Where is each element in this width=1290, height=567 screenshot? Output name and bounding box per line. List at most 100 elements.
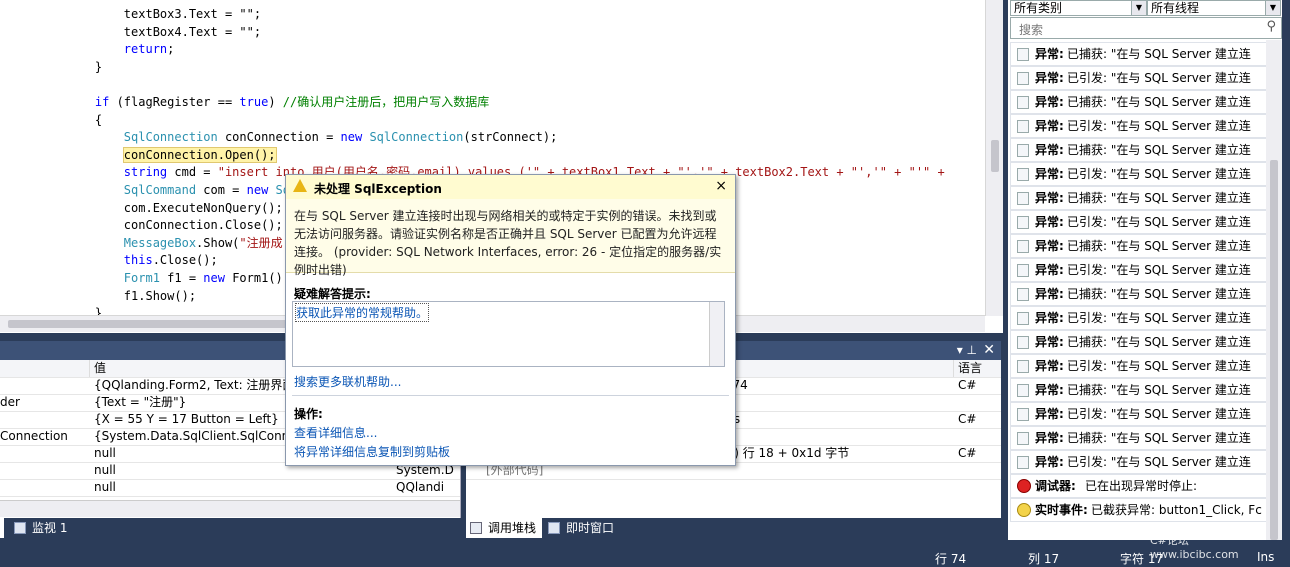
- tab-immediate[interactable]: 即时窗口: [544, 518, 620, 538]
- watch-value: {X = 55 Y = 17 Button = Left}: [94, 412, 279, 426]
- general-help-link[interactable]: 获取此异常的常规帮助。: [295, 303, 430, 322]
- event-text: 已捕获: "在与 SQL Server 建立连: [1067, 95, 1251, 109]
- code-line[interactable]: conConnection.Open();: [66, 146, 277, 164]
- exception-event-row[interactable]: 异常: 已引发: "在与 SQL Server 建立连: [1010, 306, 1267, 330]
- event-label: 异常:: [1035, 383, 1064, 397]
- keyword-token: string: [123, 165, 168, 180]
- event-icon: [1017, 288, 1029, 301]
- view-details-link[interactable]: 查看详细信息...: [294, 424, 377, 441]
- code-line[interactable]: textBox3.Text = "";: [66, 5, 261, 23]
- code-line[interactable]: Form1 f1 = new Form1(): [66, 269, 283, 287]
- debugger-event-row[interactable]: 调试器: 已在出现异常时停止:: [1010, 474, 1267, 498]
- tips-scrollbar[interactable]: [709, 302, 724, 366]
- code-token: (strConnect);: [463, 130, 558, 145]
- pin-icon[interactable]: ▾ ⊥: [957, 343, 977, 357]
- watch-value: {QQlanding.Form2, Text: 注册界面}: [94, 378, 303, 392]
- event-icon: [1017, 384, 1029, 397]
- column-divider: [953, 360, 954, 377]
- exception-event-row[interactable]: 异常: 已引发: "在与 SQL Server 建立连: [1010, 114, 1267, 138]
- event-label: 异常:: [1035, 455, 1064, 469]
- code-line[interactable]: {: [66, 111, 102, 129]
- exception-event-row[interactable]: 异常:已捕获: "在与 SQL Server 建立连: [1010, 282, 1267, 306]
- scroll-thumb[interactable]: [8, 320, 308, 328]
- event-label: 异常:: [1035, 311, 1064, 325]
- close-icon[interactable]: ✕: [983, 342, 995, 358]
- code-line[interactable]: conConnection.Close();: [66, 216, 283, 234]
- watch-name: der: [0, 395, 20, 409]
- event-icon: [1017, 336, 1029, 349]
- event-text: 已截获异常: button1_Click, Fc: [1091, 503, 1262, 517]
- exception-event-row[interactable]: 异常: 已引发: "在与 SQL Server 建立连: [1010, 258, 1267, 282]
- exception-event-row[interactable]: 异常:已捕获: "在与 SQL Server 建立连: [1010, 330, 1267, 354]
- copy-details-link[interactable]: 将异常详细信息复制到剪贴板: [294, 443, 450, 460]
- warning-icon: [293, 179, 307, 192]
- language-column-header[interactable]: 语言: [958, 360, 982, 377]
- exception-event-row[interactable]: 异常: 已引发: "在与 SQL Server 建立连: [1010, 210, 1267, 234]
- exception-event-row[interactable]: 异常: 已引发: "在与 SQL Server 建立连: [1010, 162, 1267, 186]
- code-line[interactable]: this.Close();: [66, 251, 218, 269]
- watch-icon: [14, 522, 26, 534]
- exception-event-row[interactable]: 异常: 已引发: "在与 SQL Server 建立连: [1010, 354, 1267, 378]
- exception-event-row[interactable]: 异常:已捕获: "在与 SQL Server 建立连: [1010, 90, 1267, 114]
- close-button[interactable]: ×: [715, 178, 727, 194]
- exception-event-row[interactable]: 异常:已捕获: "在与 SQL Server 建立连: [1010, 42, 1267, 66]
- column-divider: [89, 360, 90, 377]
- event-label: 异常:: [1035, 239, 1064, 253]
- exception-event-row[interactable]: 异常:已捕获: "在与 SQL Server 建立连: [1010, 138, 1267, 162]
- exception-event-row[interactable]: 异常:已捕获: "在与 SQL Server 建立连: [1010, 186, 1267, 210]
- code-line[interactable]: SqlConnection conConnection = new SqlCon…: [66, 128, 558, 146]
- type-token: SqlCommand: [123, 183, 197, 197]
- events-vertical-scrollbar[interactable]: [1266, 40, 1282, 540]
- tab-label: 监视 1: [32, 521, 68, 535]
- exception-event-row[interactable]: 异常: 已引发: "在与 SQL Server 建立连: [1010, 450, 1267, 474]
- editor-vertical-scrollbar[interactable]: [985, 0, 1003, 316]
- event-icon: [1017, 264, 1029, 277]
- code-token: (flagRegister ==: [109, 95, 240, 109]
- search-icon[interactable]: ⚲: [1266, 19, 1276, 34]
- watch-value: null: [94, 446, 116, 460]
- category-filter-value: 所有类别: [1014, 1, 1063, 15]
- code-token: textBox4.Text = "";: [123, 24, 262, 39]
- exception-event-row[interactable]: 异常:已捕获: "在与 SQL Server 建立连: [1010, 378, 1267, 402]
- event-text: 已引发: "在与 SQL Server 建立连: [1067, 119, 1251, 133]
- value-column-header[interactable]: 值: [94, 360, 106, 377]
- tab-callstack[interactable]: 调用堆栈: [466, 518, 543, 538]
- callstack-icon: [470, 522, 482, 534]
- watch-horizontal-scrollbar[interactable]: [0, 500, 460, 517]
- code-line[interactable]: if (flagRegister == true) //确认用户注册后，把用户写…: [66, 93, 489, 111]
- code-line[interactable]: f1.Show();: [66, 287, 196, 305]
- exception-event-row[interactable]: 异常:已捕获: "在与 SQL Server 建立连: [1010, 426, 1267, 450]
- event-icon: [1017, 432, 1029, 445]
- code-line[interactable]: MessageBox.Show("注册成: [66, 234, 283, 252]
- live-event-row[interactable]: 实时事件: 已截获异常: button1_Click, Fc: [1010, 498, 1267, 522]
- search-online-help-link[interactable]: 搜索更多联机帮助...: [294, 373, 401, 390]
- event-text: 已引发: "在与 SQL Server 建立连: [1067, 359, 1251, 373]
- chevron-down-icon[interactable]: ▼: [1131, 1, 1146, 15]
- code-token: com =: [196, 183, 247, 197]
- exception-event-row[interactable]: 异常: 已引发: "在与 SQL Server 建立连: [1010, 402, 1267, 426]
- chevron-down-icon[interactable]: ▼: [1265, 1, 1280, 15]
- code-line[interactable]: }: [66, 58, 102, 76]
- event-text: 已引发: "在与 SQL Server 建立连: [1067, 71, 1251, 85]
- scroll-thumb[interactable]: [991, 140, 999, 172]
- exception-event-row[interactable]: 异常: 已引发: "在与 SQL Server 建立连: [1010, 66, 1267, 90]
- scroll-thumb[interactable]: [1270, 160, 1278, 540]
- tab-watch-1[interactable]: 监视 1: [10, 518, 73, 538]
- category-filter[interactable]: 所有类别 ▼: [1010, 0, 1147, 16]
- code-line[interactable]: return;: [66, 40, 175, 58]
- tab-locals[interactable]: [0, 518, 4, 538]
- code-line[interactable]: com.ExecuteNonQuery();: [66, 199, 283, 217]
- dialog-title: 未处理 SqlException: [314, 182, 442, 196]
- exception-event-row[interactable]: 异常:已捕获: "在与 SQL Server 建立连: [1010, 234, 1267, 258]
- watermark-logo: C#论坛 www.ibcibc.com: [1150, 520, 1280, 561]
- watch-row[interactable]: null QQlandi: [0, 479, 460, 497]
- event-search-box[interactable]: 搜索 ⚲: [1010, 17, 1282, 39]
- code-line[interactable]: textBox4.Text = "";: [66, 23, 261, 41]
- thread-filter[interactable]: 所有线程 ▼: [1147, 0, 1281, 16]
- watch-tab-bar: 监视 1: [0, 518, 460, 540]
- code-line[interactable]: SqlCommand com = new Sq: [66, 181, 290, 199]
- divider: [292, 395, 729, 396]
- code-token: .Show(: [196, 235, 240, 250]
